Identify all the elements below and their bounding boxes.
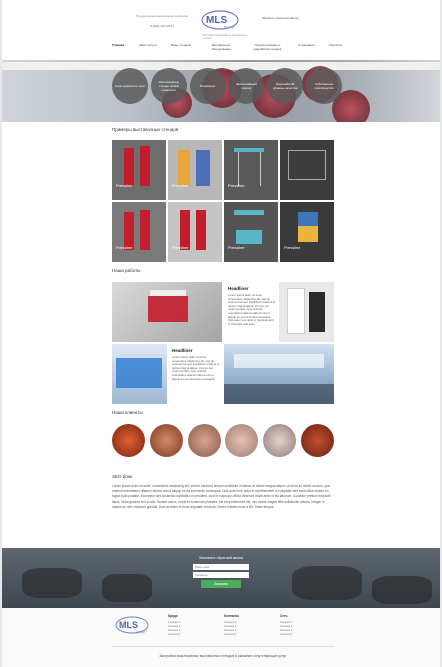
examples-title: Примеры выставочных стендов bbox=[112, 127, 179, 132]
example-caption: Pressline bbox=[284, 245, 301, 250]
header-phone[interactable]: 8 (495) 123-45-67 bbox=[132, 24, 192, 28]
nav-item-about[interactable]: О компании bbox=[298, 43, 315, 54]
example-tile[interactable]: Pressline bbox=[112, 140, 166, 200]
feature-circle[interactable]: Эксклюзивные стенды любой сложности bbox=[150, 68, 187, 104]
example-caption: Pressline bbox=[228, 245, 245, 250]
footer-col-2: Контакты Ссылка 1 Ссылка 2 Ссылка 3 Ссыл… bbox=[224, 614, 254, 636]
work-text: Lorem ipsum dolor sit amet, consectetur … bbox=[228, 294, 276, 326]
hero-features: Срок принятия в срок Эксклюзивные стенды… bbox=[112, 68, 342, 108]
callback-link[interactable]: Заказать обратный звонок bbox=[262, 16, 302, 20]
clients-list bbox=[112, 424, 334, 458]
nav-item-home[interactable]: Главная bbox=[112, 43, 124, 54]
example-tile[interactable]: Pressline bbox=[224, 202, 278, 262]
clients-title: Наши клиенты bbox=[112, 410, 143, 415]
main-nav: Главная Наши услуги Виды стендов Выставо… bbox=[112, 43, 342, 54]
example-tile[interactable]: Pressline bbox=[224, 140, 278, 200]
logo-sub: group bbox=[224, 24, 235, 29]
example-caption: Pressline bbox=[116, 245, 133, 250]
example-tile[interactable]: Pressline bbox=[168, 140, 222, 200]
feature-circle[interactable]: Собственное производство bbox=[305, 68, 342, 104]
client-logo[interactable] bbox=[300, 424, 334, 457]
submit-callback-button[interactable]: Заказать bbox=[201, 580, 241, 588]
callback-form: Заполните обратный звонок Заказать bbox=[176, 556, 266, 602]
example-tile[interactable]: Pressline bbox=[280, 202, 334, 262]
footer-logo-text: MLS bbox=[119, 620, 138, 630]
footer-link[interactable]: Ссылка 4 bbox=[224, 632, 254, 636]
header: Профессиональная фирма компании 8 (495) … bbox=[2, 0, 440, 42]
nav-item-contacts[interactable]: Контакты bbox=[329, 43, 342, 54]
client-logo[interactable] bbox=[225, 424, 259, 457]
footer-col-heading: Сеть bbox=[280, 614, 288, 618]
client-logo[interactable] bbox=[263, 424, 297, 457]
footer-link[interactable]: Ссылка 4 bbox=[168, 632, 198, 636]
feature-circle[interactable]: Срок принятия в срок bbox=[112, 68, 148, 104]
work-image[interactable] bbox=[112, 282, 222, 342]
footer bbox=[2, 608, 440, 667]
seo-text: Lorem ipsum dolor sit amet, consectetur … bbox=[112, 484, 331, 509]
footer-col-heading: Кредо bbox=[168, 614, 178, 618]
example-tile[interactable]: Pressline bbox=[112, 202, 166, 262]
header-tagline: Профессиональная фирма компании bbox=[135, 14, 189, 18]
feature-circle[interactable]: Эксклюзивный подход bbox=[228, 68, 265, 104]
seo-title: SEO блок bbox=[112, 474, 133, 479]
name-input[interactable] bbox=[193, 564, 249, 570]
client-logo[interactable] bbox=[187, 424, 221, 457]
footer-link[interactable]: Ссылка 4 bbox=[280, 632, 310, 636]
example-tile[interactable]: Pressline bbox=[168, 202, 222, 262]
example-caption: Pressline bbox=[116, 183, 133, 188]
logo[interactable]: MLS group bbox=[200, 8, 240, 32]
example-caption: Pressline bbox=[172, 183, 189, 188]
work-image[interactable] bbox=[112, 344, 167, 404]
example-tile[interactable] bbox=[280, 140, 334, 200]
phone-input[interactable] bbox=[193, 572, 249, 578]
example-caption: Pressline bbox=[228, 183, 245, 188]
works-title: Наши работы bbox=[112, 268, 141, 273]
work-title: Headliner bbox=[228, 286, 249, 291]
work-text: Lorem ipsum dolor sit amet, consectetur … bbox=[172, 356, 220, 381]
feature-circle[interactable]: Европейский уровень качества bbox=[267, 68, 304, 104]
examples-grid: Pressline Pressline Pressline Pressline … bbox=[112, 140, 334, 264]
footer-divider bbox=[112, 646, 334, 647]
nav-item-equipment[interactable]: Выставочное оборудование bbox=[205, 43, 237, 54]
work-title: Headliner bbox=[172, 348, 193, 353]
nav-item-stand-types[interactable]: Виды стендов bbox=[171, 43, 191, 54]
page: Профессиональная фирма компании 8 (495) … bbox=[2, 0, 440, 667]
footer-logo[interactable]: MLS group bbox=[114, 614, 150, 636]
work-image[interactable] bbox=[224, 344, 334, 404]
example-caption: Pressline bbox=[172, 245, 189, 250]
work-image[interactable] bbox=[279, 282, 334, 342]
client-logo[interactable] bbox=[112, 424, 145, 457]
footer-bottom-text: Застройка эксклюзивных выставочных стенд… bbox=[159, 654, 287, 658]
footer-col-3: Сеть Ссылка 1 Ссылка 2 Ссылка 3 Ссылка 4 bbox=[280, 614, 310, 636]
feature-circle[interactable]: Инновации bbox=[189, 68, 226, 104]
logo-caption: Застройка эксклюзивных выставочных стенд… bbox=[202, 34, 248, 40]
callback-form-title: Заполните обратный звонок bbox=[198, 556, 244, 560]
nav-item-services[interactable]: Наши услуги bbox=[139, 43, 157, 54]
footer-logo-sub: group bbox=[136, 630, 145, 634]
footer-col-1: Кредо Ссылка 1 Ссылка 2 Ссылка 3 Ссылка … bbox=[168, 614, 198, 636]
footer-col-heading: Контакты bbox=[224, 614, 240, 618]
client-logo[interactable] bbox=[149, 424, 183, 457]
nav-item-design[interactable]: Проектирование и разработка стендов bbox=[252, 43, 284, 54]
